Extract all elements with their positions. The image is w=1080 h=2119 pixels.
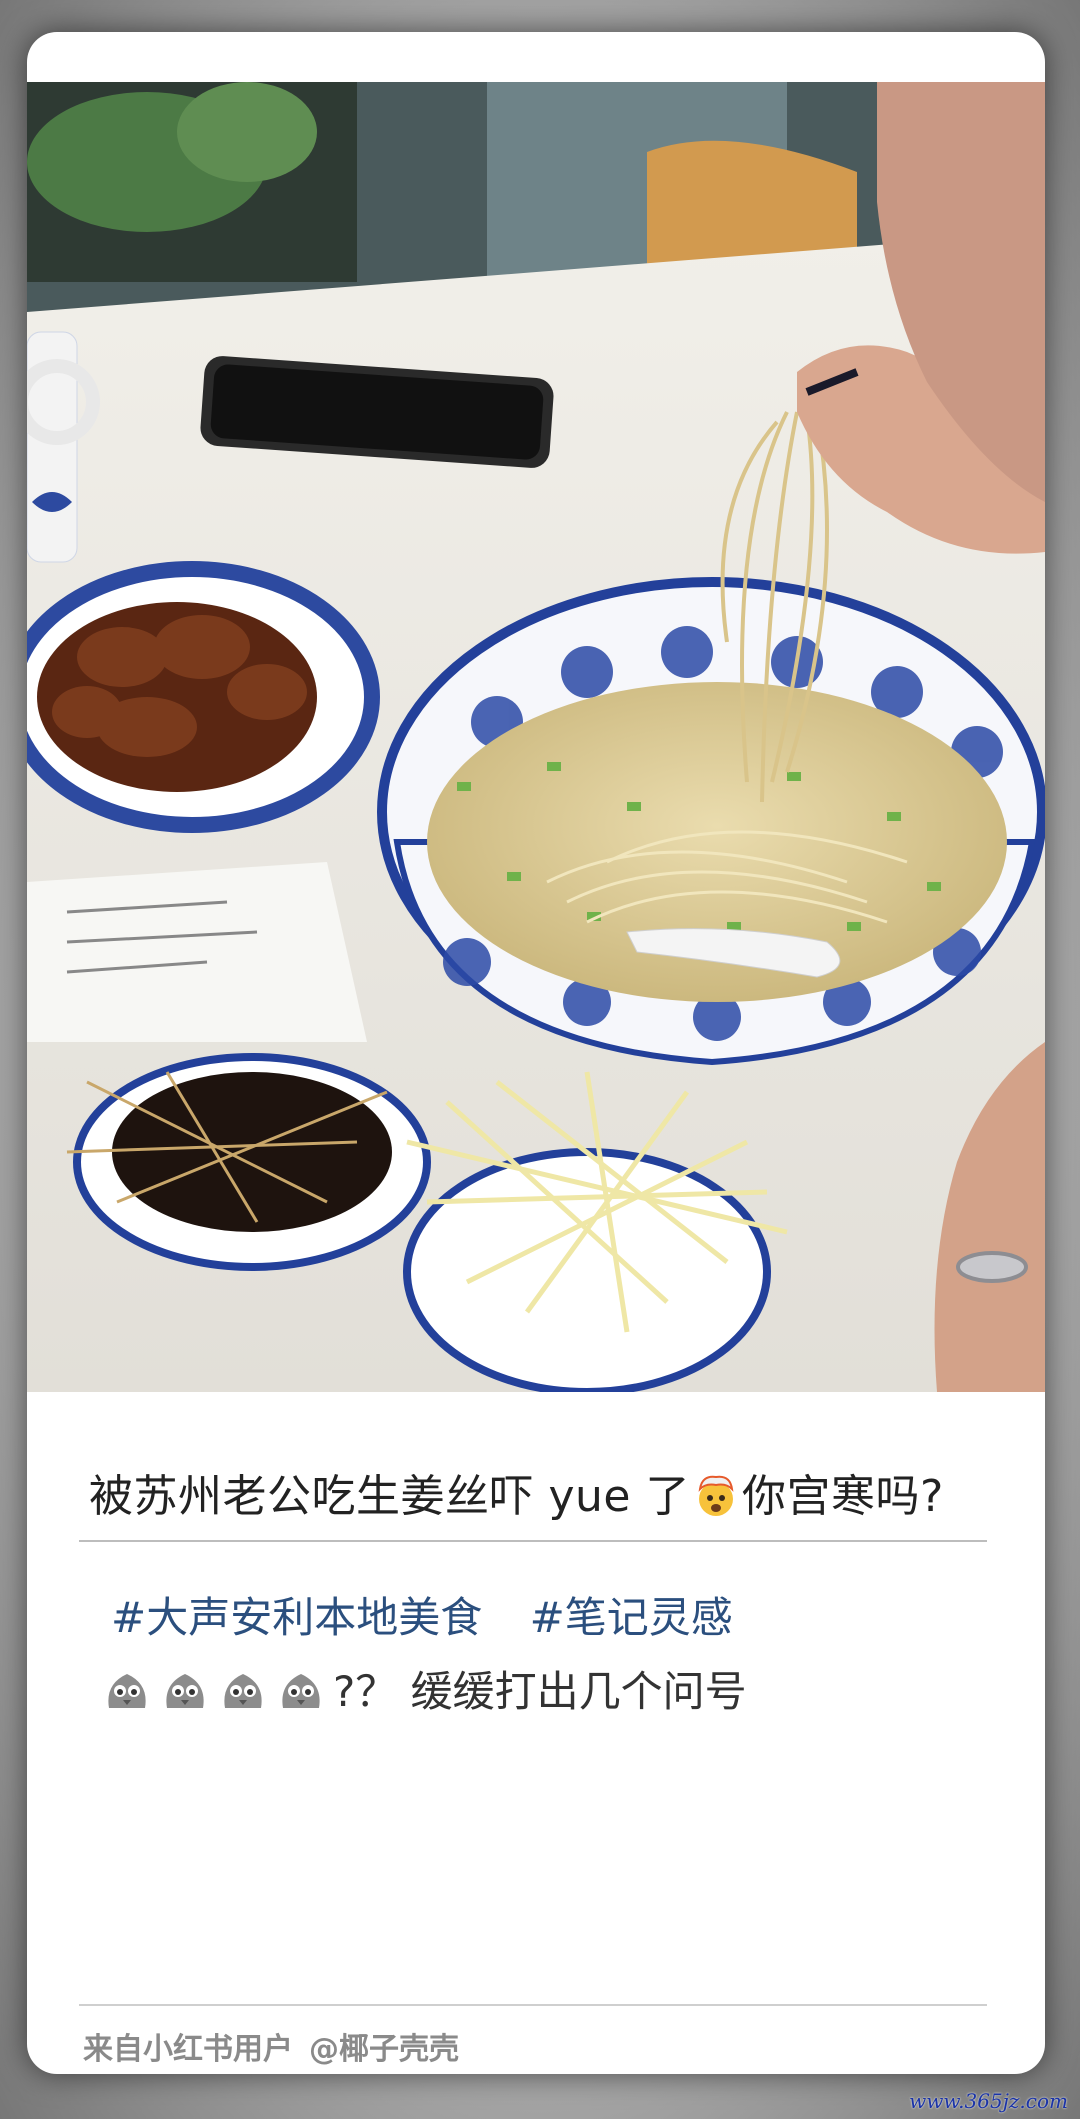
post-body-text: ?？ 缓缓打出几个问号 <box>333 1667 747 1716</box>
post-title: 被苏州老公吃生姜丝吓 yue 了你宫寒吗? <box>89 1460 1009 1524</box>
post-photo[interactable] <box>27 82 1045 1392</box>
footer-divider <box>79 2004 987 2006</box>
post-body: ?？ 缓缓打出几个问号 <box>101 1658 747 1719</box>
title-text-after: 你宫寒吗? <box>741 1471 944 1522</box>
hashtag-link[interactable]: #笔记灵感 <box>530 1593 733 1642</box>
hashtag-link[interactable]: #大声安利本地美食 <box>111 1593 482 1642</box>
title-divider <box>79 1540 987 1542</box>
source-label: 来自小红书用户 <box>83 2032 293 2067</box>
chick-face-emoji-icon <box>108 1674 146 1708</box>
chick-face-emoji-icon <box>282 1674 320 1708</box>
chick-face-emoji-icon <box>224 1674 262 1708</box>
chick-face-emoji-icon <box>166 1674 204 1708</box>
site-watermark: www.365jz.com <box>909 2089 1068 2113</box>
hashtag-row: #大声安利本地美食 #笔记灵感 <box>111 1584 767 1645</box>
post-source: 来自小红书用户 @椰子壳壳 <box>83 2024 459 2068</box>
exploding-head-emoji-icon <box>698 1475 734 1516</box>
user-handle[interactable]: @椰子壳壳 <box>309 2032 459 2067</box>
post-card: 被苏州老公吃生姜丝吓 yue 了你宫寒吗? #大声安利本地美食 #笔记灵感 ?？… <box>27 32 1045 2074</box>
title-text-before: 被苏州老公吃生姜丝吓 yue 了 <box>89 1471 690 1522</box>
